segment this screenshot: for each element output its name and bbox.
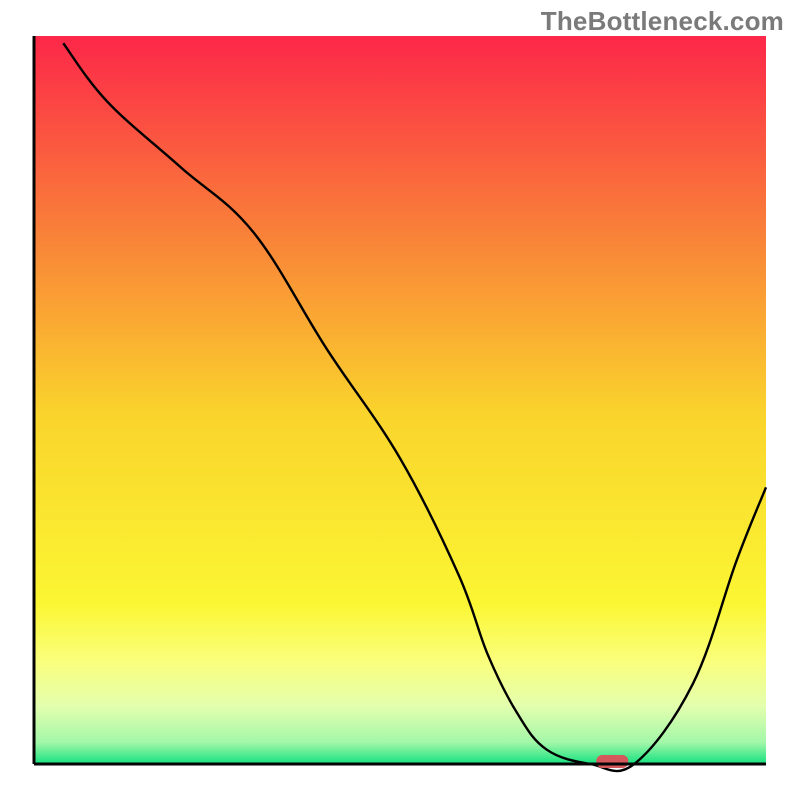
watermark-text: TheBottleneck.com [541, 6, 784, 37]
chart-svg [0, 0, 800, 800]
bottleneck-chart: TheBottleneck.com [0, 0, 800, 800]
plot-background [34, 36, 766, 764]
sweet-spot-marker [596, 755, 628, 768]
